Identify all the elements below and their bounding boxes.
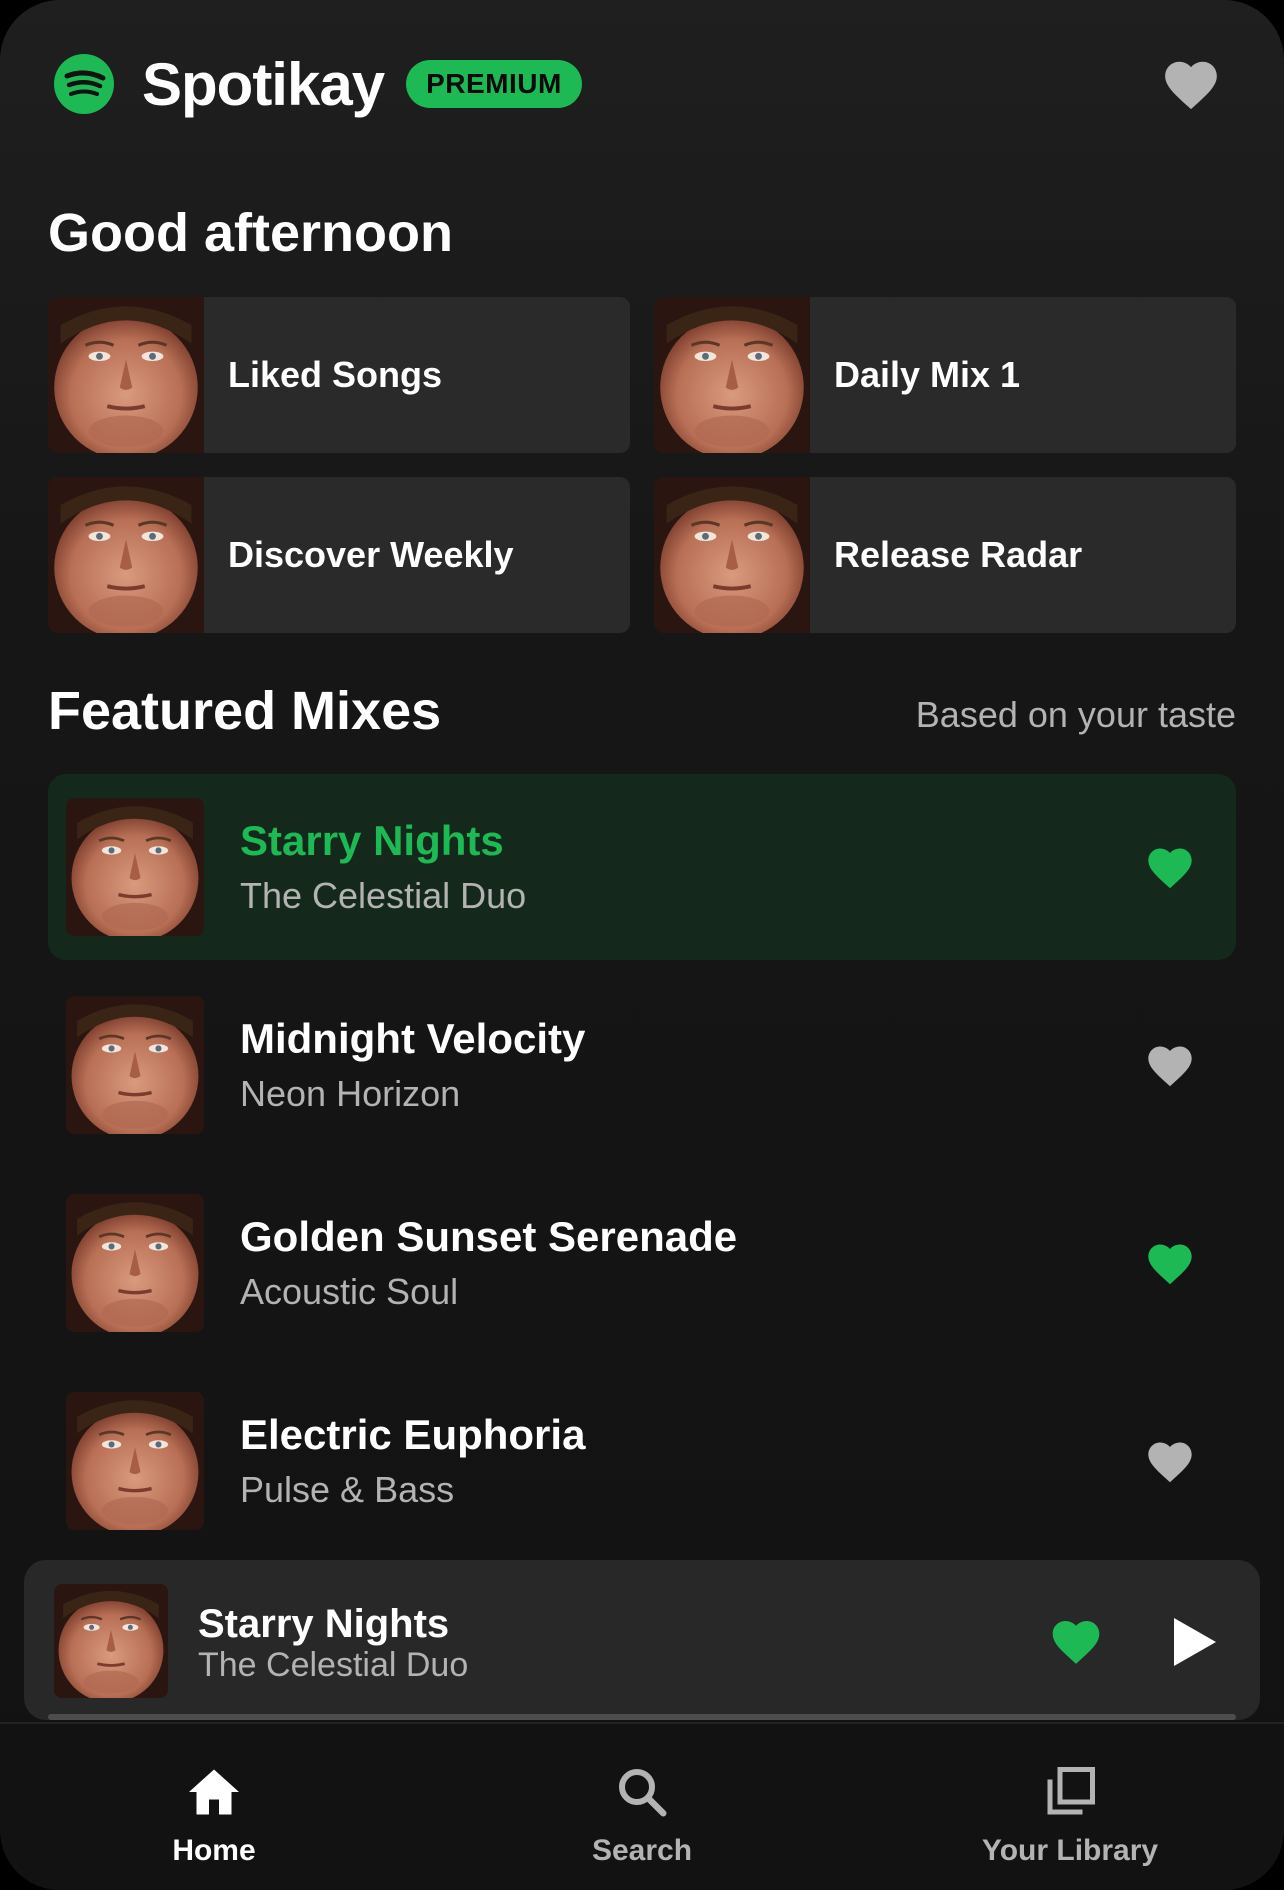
featured-mixes-subtitle: Based on your taste: [915, 694, 1236, 735]
heart-icon[interactable]: [1144, 1436, 1196, 1488]
nav-label: Your Library: [981, 1834, 1159, 1867]
spotify-logo-icon: [54, 54, 114, 114]
mix-artist: Acoustic Soul: [240, 1271, 459, 1312]
mix-artist: The Celestial Duo: [240, 875, 527, 916]
bottom-navigation: Home Search Your Library: [0, 1722, 1284, 1890]
quick-pick-discover-weekly[interactable]: Discover Weekly: [48, 477, 630, 633]
mix-title: Electric Euphoria: [240, 1411, 586, 1458]
premium-badge: PREMIUM: [406, 60, 582, 108]
playlist-cover: [654, 297, 810, 453]
app-header: Spotikay PREMIUM: [48, 48, 1236, 120]
heart-icon[interactable]: [1144, 1040, 1196, 1092]
quick-pick-label: Discover Weekly: [228, 534, 514, 575]
nav-search[interactable]: Search: [428, 1724, 856, 1890]
now-playing-title: Starry Nights: [198, 1602, 450, 1646]
playlist-cover: [654, 477, 810, 633]
mix-title: Starry Nights: [240, 817, 504, 864]
mix-cover: [66, 798, 204, 936]
quick-pick-liked-songs[interactable]: Liked Songs: [48, 297, 630, 453]
mix-title: Golden Sunset Serenade: [240, 1213, 738, 1260]
greeting-heading: Good afternoon: [48, 203, 453, 263]
play-icon[interactable]: [1170, 1616, 1218, 1668]
nav-label: Home: [172, 1834, 256, 1867]
mix-cover: [66, 1392, 204, 1530]
now-playing-artist: The Celestial Duo: [198, 1646, 469, 1684]
nav-home[interactable]: Home: [0, 1724, 428, 1890]
mix-row-electric-euphoria[interactable]: Electric Euphoria Pulse & Bass: [48, 1368, 1236, 1554]
nav-your-library[interactable]: Your Library: [856, 1724, 1284, 1890]
featured-mixes-list: Starry Nights The Celestial Duo Midnight…: [48, 774, 1236, 1566]
library-icon: [1047, 1767, 1095, 1815]
mix-cover: [66, 996, 204, 1134]
heart-icon[interactable]: [1160, 54, 1222, 116]
playlist-cover: [48, 477, 204, 633]
mini-player[interactable]: Starry Nights The Celestial Duo: [24, 1560, 1260, 1720]
mix-row-starry-nights[interactable]: Starry Nights The Celestial Duo: [48, 774, 1236, 960]
quick-pick-label: Liked Songs: [228, 354, 443, 395]
search-icon: [619, 1769, 667, 1817]
mix-row-golden-sunset-serenade[interactable]: Golden Sunset Serenade Acoustic Soul: [48, 1170, 1236, 1356]
heart-icon[interactable]: [1144, 1238, 1196, 1290]
mix-artist: Neon Horizon: [240, 1073, 461, 1114]
home-icon: [189, 1769, 239, 1815]
nav-label: Search: [591, 1834, 693, 1867]
heart-icon[interactable]: [1048, 1614, 1104, 1670]
app-title: Spotikay: [142, 50, 385, 118]
quick-pick-release-radar[interactable]: Release Radar: [654, 477, 1236, 633]
quick-picks-grid: Liked Songs Daily Mix 1 Discover Weekly …: [48, 297, 1236, 633]
mix-artist: Pulse & Bass: [240, 1469, 455, 1510]
now-playing-cover: [54, 1584, 168, 1698]
featured-mixes-heading: Featured Mixes: [48, 681, 442, 741]
quick-pick-label: Daily Mix 1: [834, 354, 1021, 395]
heart-icon[interactable]: [1144, 842, 1196, 894]
app-screen: Spotikay PREMIUM Good afternoon Liked So…: [0, 0, 1284, 1890]
playback-progress-bar[interactable]: [48, 1714, 1236, 1720]
playlist-cover: [48, 297, 204, 453]
mix-title: Midnight Velocity: [240, 1015, 586, 1062]
quick-pick-label: Release Radar: [834, 534, 1083, 575]
quick-pick-daily-mix-1[interactable]: Daily Mix 1: [654, 297, 1236, 453]
mix-row-midnight-velocity[interactable]: Midnight Velocity Neon Horizon: [48, 972, 1236, 1158]
mix-cover: [66, 1194, 204, 1332]
